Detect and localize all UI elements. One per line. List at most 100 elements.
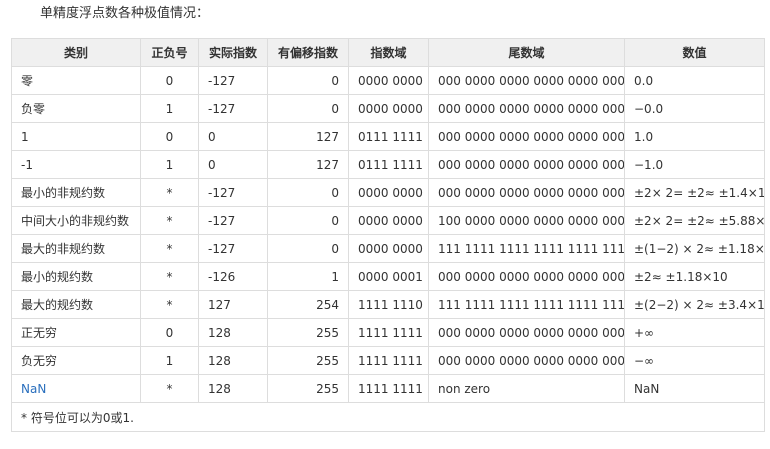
- cell-mantissa-field: 000 0000 0000 0000 0000 0000: [428, 94, 625, 123]
- cell-mantissa-field: 000 0000 0000 0000 0000 0000: [428, 318, 625, 347]
- cell-actual-exponent: 127: [198, 290, 268, 319]
- cell-value: ±2× 2= ±2≈ ±1.4×10: [624, 178, 765, 207]
- header-exponent-field: 指数域: [348, 38, 429, 67]
- cell-biased-exponent: 127: [267, 150, 349, 179]
- cell-value: 1.0: [624, 122, 765, 151]
- cell-category: 最大的规约数: [11, 290, 141, 319]
- cell-biased-exponent: 0: [267, 206, 349, 235]
- cell-biased-exponent: 255: [267, 346, 349, 375]
- cell-mantissa-field: 100 0000 0000 0000 0000 0000: [428, 206, 625, 235]
- cell-actual-exponent: 0: [198, 122, 268, 151]
- cell-category: 最小的非规约数: [11, 178, 141, 207]
- cell-exponent-field: 0111 1111: [348, 122, 429, 151]
- cell-actual-exponent: -127: [198, 178, 268, 207]
- cell-biased-exponent: 255: [267, 374, 349, 403]
- footnote: * 符号位可以为0或1.: [11, 402, 765, 432]
- cell-biased-exponent: 254: [267, 290, 349, 319]
- footnote-row: * 符号位可以为0或1.: [11, 402, 765, 432]
- cell-sign: *: [140, 234, 199, 263]
- cell-value: +∞: [624, 318, 765, 347]
- cell-exponent-field: 0000 0001: [348, 262, 429, 291]
- intro-text: 单精度浮点数各种极值情况：: [40, 6, 210, 21]
- cell-value: ±(2−2) × 2≈ ±3.4×10: [624, 290, 765, 319]
- cell-sign: 0: [140, 66, 199, 95]
- header-biased-exponent: 有偏移指数: [267, 38, 349, 67]
- header-value: 数值: [624, 38, 765, 67]
- cell-sign: *: [140, 374, 199, 403]
- cell-sign: 0: [140, 122, 199, 151]
- cell-actual-exponent: 128: [198, 346, 268, 375]
- table-row: 负零 1 -127 0 0000 0000 000 0000 0000 0000 0000…: [11, 94, 765, 123]
- cell-value: −∞: [624, 346, 765, 375]
- cell-category: 负零: [11, 94, 141, 123]
- cell-actual-exponent: -127: [198, 66, 268, 95]
- cell-category: 1: [11, 122, 141, 151]
- cell-sign: *: [140, 178, 199, 207]
- cell-exponent-field: 1111 1110: [348, 290, 429, 319]
- cell-category: 负无穷: [11, 346, 141, 375]
- table-row: 最大的非规约数 * -127 0 0000 0000 111 1111 1111 1111…: [11, 234, 765, 263]
- table-row: 最大的规约数 * 127 254 1111 1110 111 1111 1111 1111…: [11, 290, 765, 319]
- cell-actual-exponent: 128: [198, 374, 268, 403]
- table-header-row: 类别 正负号 实际指数 有偏移指数 指数域 尾数域 数值: [11, 38, 765, 67]
- cell-mantissa-field: 000 0000 0000 0000 0000 0000: [428, 150, 625, 179]
- cell-actual-exponent: -126: [198, 262, 268, 291]
- cell-exponent-field: 0000 0000: [348, 178, 429, 207]
- cell-sign: 1: [140, 150, 199, 179]
- table-row: 1 0 0 127 0111 1111 000 0000 0000 0000 0000 0…: [11, 122, 765, 151]
- table-row: 最小的非规约数 * -127 0 0000 0000 000 0000 0000 0000…: [11, 178, 765, 207]
- cell-mantissa-field: 000 0000 0000 0000 0000 0000: [428, 262, 625, 291]
- table-row: 中间大小的非规约数 * -127 0 0000 0000 100 0000 0000 00…: [11, 206, 765, 235]
- cell-actual-exponent: 128: [198, 318, 268, 347]
- cell-biased-exponent: 0: [267, 66, 349, 95]
- cell-exponent-field: 0000 0000: [348, 234, 429, 263]
- cell-value: −0.0: [624, 94, 765, 123]
- cell-mantissa-field: 111 1111 1111 1111 1111 1111: [428, 290, 625, 319]
- cell-actual-exponent: -127: [198, 206, 268, 235]
- float-extremes-table: 类别 正负号 实际指数 有偏移指数 指数域 尾数域 数值 零 0 -127 0 0000…: [11, 38, 765, 432]
- cell-category: 最小的规约数: [11, 262, 141, 291]
- cell-exponent-field: 0000 0000: [348, 66, 429, 95]
- cell-value: ±2× 2= ±2≈ ±5.88×10: [624, 206, 765, 235]
- cell-exponent-field: 0111 1111: [348, 150, 429, 179]
- cell-mantissa-field: 000 0000 0000 0000 0000 0001: [428, 178, 625, 207]
- cell-value: −1.0: [624, 150, 765, 179]
- cell-biased-exponent: 0: [267, 234, 349, 263]
- cell-sign: *: [140, 290, 199, 319]
- cell-biased-exponent: 0: [267, 94, 349, 123]
- cell-sign: *: [140, 262, 199, 291]
- cell-actual-exponent: -127: [198, 94, 268, 123]
- cell-value: 0.0: [624, 66, 765, 95]
- cell-category: 零: [11, 66, 141, 95]
- cell-mantissa-field: 000 0000 0000 0000 0000 0000: [428, 346, 625, 375]
- cell-category: 中间大小的非规约数: [11, 206, 141, 235]
- cell-actual-exponent: 0: [198, 150, 268, 179]
- table-row: 最小的规约数 * -126 1 0000 0001 000 0000 0000 0000 …: [11, 262, 765, 291]
- table-row: 负无穷 1 128 255 1111 1111 000 0000 0000 0000 00…: [11, 346, 765, 375]
- cell-category-link[interactable]: NaN: [11, 374, 141, 403]
- cell-category: -1: [11, 150, 141, 179]
- cell-category: 正无穷: [11, 318, 141, 347]
- cell-sign: 1: [140, 94, 199, 123]
- cell-biased-exponent: 127: [267, 122, 349, 151]
- cell-mantissa-field: 111 1111 1111 1111 1111 1111: [428, 234, 625, 263]
- cell-category: 最大的非规约数: [11, 234, 141, 263]
- header-category: 类别: [11, 38, 141, 67]
- cell-biased-exponent: 0: [267, 178, 349, 207]
- table-row: -1 1 0 127 0111 1111 000 0000 0000 0000 0000 …: [11, 150, 765, 179]
- cell-sign: *: [140, 206, 199, 235]
- cell-sign: 1: [140, 346, 199, 375]
- table-row: 零 0 -127 0 0000 0000 000 0000 0000 0000 0000 …: [11, 66, 765, 95]
- table-row: NaN * 128 255 1111 1111 non zero NaN: [11, 374, 765, 403]
- cell-exponent-field: 0000 0000: [348, 94, 429, 123]
- cell-mantissa-field: 000 0000 0000 0000 0000 0000: [428, 66, 625, 95]
- cell-mantissa-field: non zero: [428, 374, 625, 403]
- cell-exponent-field: 0000 0000: [348, 206, 429, 235]
- cell-value: ±(1−2) × 2≈ ±1.18×10: [624, 234, 765, 263]
- cell-value: NaN: [624, 374, 765, 403]
- cell-exponent-field: 1111 1111: [348, 318, 429, 347]
- cell-actual-exponent: -127: [198, 234, 268, 263]
- cell-biased-exponent: 255: [267, 318, 349, 347]
- cell-value: ±2≈ ±1.18×10: [624, 262, 765, 291]
- header-mantissa-field: 尾数域: [428, 38, 625, 67]
